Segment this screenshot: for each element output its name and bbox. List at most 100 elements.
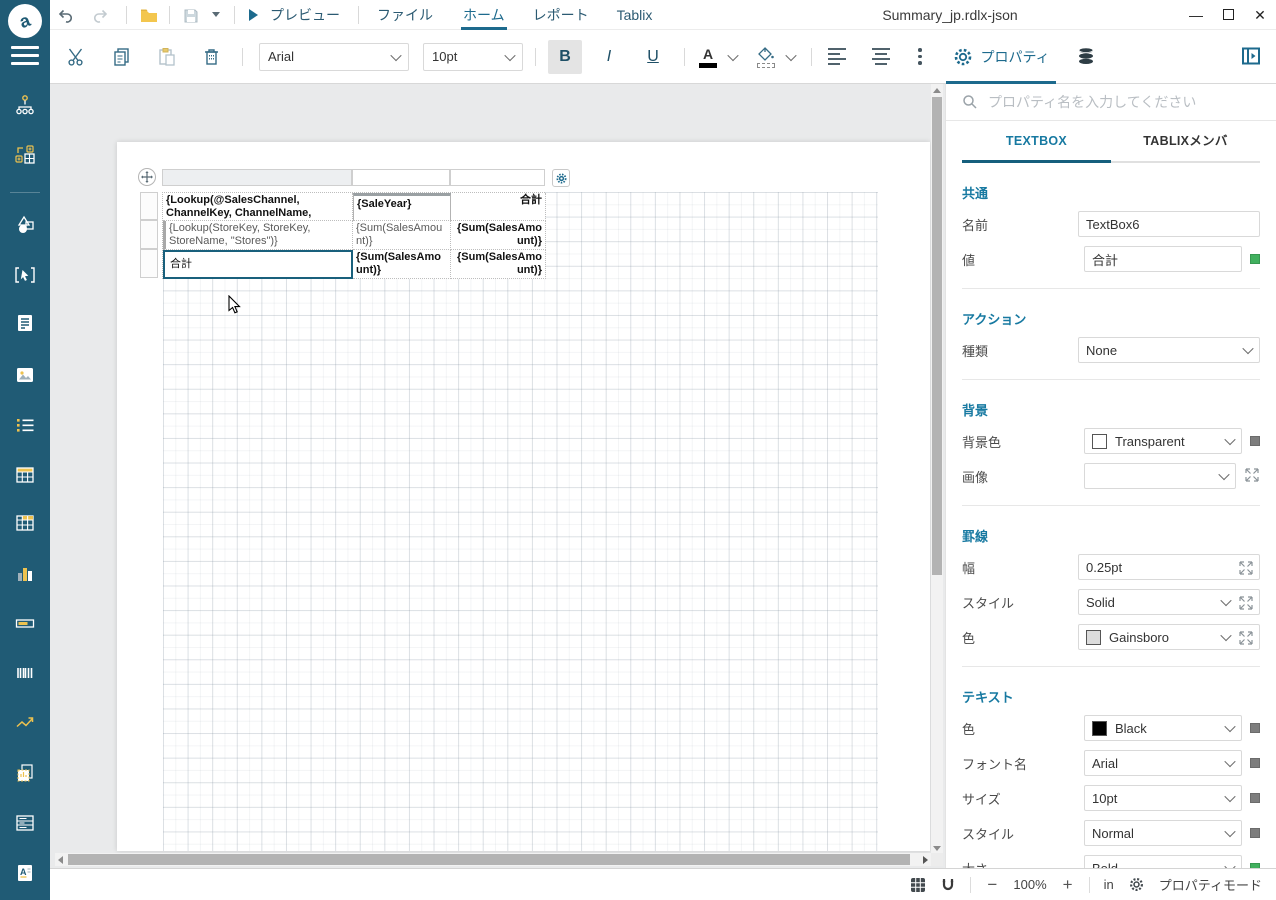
- row-handle-2[interactable]: [140, 220, 158, 249]
- property-state-indicator[interactable]: [1250, 436, 1260, 446]
- border-style-select[interactable]: Solid: [1078, 589, 1260, 615]
- scroll-down-icon[interactable]: [933, 846, 941, 851]
- collapse-panel-icon[interactable]: [1241, 46, 1262, 67]
- scroll-up-icon[interactable]: [933, 88, 941, 93]
- text-color-select[interactable]: Black: [1084, 715, 1242, 741]
- italic-button[interactable]: I: [592, 40, 626, 74]
- undo-icon[interactable]: [56, 7, 74, 25]
- tablix-move-handle-icon[interactable]: [138, 168, 156, 186]
- property-state-indicator[interactable]: [1250, 723, 1260, 733]
- shapes-icon[interactable]: [14, 214, 36, 236]
- tab-textbox[interactable]: TEXTBOX: [962, 121, 1111, 163]
- underline-button[interactable]: U: [636, 40, 670, 74]
- menu-preview[interactable]: プレビュー: [266, 0, 344, 30]
- insert-controls-icon[interactable]: [14, 144, 36, 166]
- border-width-input[interactable]: 0.25pt: [1078, 554, 1260, 580]
- redo-icon[interactable]: [92, 7, 110, 25]
- row-handle-3[interactable]: [140, 249, 158, 278]
- value-input[interactable]: 合計: [1084, 246, 1242, 272]
- fill-color-button[interactable]: [757, 47, 775, 68]
- data-sources-icon[interactable]: [1076, 46, 1097, 67]
- row-handle-1[interactable]: [140, 192, 158, 220]
- report-body-grid[interactable]: [163, 192, 878, 851]
- expand-editor-icon[interactable]: [1238, 630, 1254, 649]
- delete-trash-icon[interactable]: [201, 46, 222, 67]
- sparkline-tool-icon[interactable]: [14, 712, 36, 734]
- column-handle-3[interactable]: [450, 169, 545, 186]
- menu-home[interactable]: ホーム: [459, 0, 509, 30]
- list-tool-icon[interactable]: [14, 414, 36, 436]
- scroll-left-icon[interactable]: [58, 856, 63, 864]
- horizontal-scroll-thumb[interactable]: [68, 854, 910, 865]
- save-dropdown-caret[interactable]: [212, 12, 220, 17]
- property-search-input[interactable]: [988, 94, 1228, 110]
- zoom-in-button[interactable]: +: [1061, 875, 1075, 895]
- fill-color-dropdown-icon[interactable]: [785, 49, 796, 60]
- align-center-icon[interactable]: [872, 48, 890, 65]
- property-state-indicator[interactable]: [1250, 254, 1260, 264]
- tablix-cell-r1c3[interactable]: 合計: [451, 193, 546, 221]
- text-color-button[interactable]: A: [699, 47, 717, 68]
- tab-tablix-member[interactable]: TABLIXメンバ: [1111, 121, 1260, 163]
- expand-editor-icon[interactable]: [1244, 467, 1260, 486]
- richtext-tool-icon[interactable]: A: [14, 862, 36, 884]
- name-input[interactable]: TextBox6: [1078, 211, 1260, 237]
- vertical-scrollbar[interactable]: [931, 84, 943, 855]
- tablix-tool-icon[interactable]: [14, 512, 36, 534]
- tablix-cell-r3c2[interactable]: {Sum(SalesAmount)}: [353, 250, 451, 279]
- horizontal-scrollbar[interactable]: [55, 853, 931, 866]
- grid-toggle-icon[interactable]: [910, 877, 926, 893]
- font-name-combo[interactable]: Arial: [259, 43, 409, 71]
- textbox-tool-icon[interactable]: [14, 312, 36, 334]
- preview-play-icon[interactable]: [249, 9, 258, 21]
- tablix-settings-gear-icon[interactable]: [552, 169, 570, 187]
- image-tool-icon[interactable]: [14, 364, 36, 386]
- hierarchy-icon[interactable]: [14, 94, 36, 116]
- text-color-dropdown-icon[interactable]: [727, 49, 738, 60]
- backcolor-select[interactable]: Transparent: [1084, 428, 1242, 454]
- tablix-cell-r1c1[interactable]: {Lookup(@SalesChannel, ChannelKey, Chann…: [163, 193, 353, 221]
- snap-magnet-icon[interactable]: [940, 877, 956, 893]
- save-icon[interactable]: [182, 7, 200, 25]
- column-handle-2[interactable]: [352, 169, 450, 186]
- font-size-combo[interactable]: 10pt: [423, 43, 523, 71]
- font-weight-select[interactable]: Bold: [1084, 855, 1242, 868]
- subreport-tool-icon[interactable]: [14, 762, 36, 784]
- close-button[interactable]: ✕: [1252, 7, 1268, 24]
- align-left-icon[interactable]: [828, 48, 846, 65]
- menu-tablix[interactable]: Tablix: [613, 0, 657, 30]
- hamburger-menu-icon[interactable]: [11, 46, 39, 66]
- property-state-indicator[interactable]: [1250, 758, 1260, 768]
- border-color-select[interactable]: Gainsboro: [1078, 624, 1260, 650]
- gear-icon[interactable]: [1128, 876, 1145, 893]
- unit-selector[interactable]: in: [1104, 877, 1114, 892]
- menu-report[interactable]: レポート: [529, 0, 593, 30]
- tablix-cell-r1c2[interactable]: {SaleYear}: [353, 193, 451, 221]
- menu-file[interactable]: ファイル: [373, 0, 437, 30]
- copy-icon[interactable]: [111, 46, 132, 67]
- tablix-cell-r3c1-selected[interactable]: 合計: [163, 250, 353, 279]
- zoom-out-button[interactable]: −: [985, 875, 999, 895]
- expand-editor-icon[interactable]: [1238, 595, 1254, 614]
- expand-editor-icon[interactable]: [1238, 560, 1254, 579]
- design-canvas[interactable]: {Lookup(@SalesChannel, ChannelKey, Chann…: [50, 84, 945, 868]
- table-tool-icon[interactable]: [14, 464, 36, 486]
- font-name-select[interactable]: Arial: [1084, 750, 1242, 776]
- property-state-indicator[interactable]: [1250, 828, 1260, 838]
- vertical-scroll-thumb[interactable]: [932, 97, 942, 575]
- more-options-icon[interactable]: [914, 44, 926, 69]
- properties-panel-button[interactable]: プロパティ: [952, 30, 1050, 84]
- bold-button[interactable]: B: [548, 40, 582, 74]
- bandedlist-tool-icon[interactable]: [14, 812, 36, 834]
- chart-tool-icon[interactable]: [14, 562, 36, 584]
- cut-icon[interactable]: [66, 46, 87, 67]
- tablix-cell-r2c2[interactable]: {Sum(SalesAmount)}: [353, 221, 451, 250]
- column-handle-1[interactable]: [162, 169, 352, 186]
- scroll-right-icon[interactable]: [923, 856, 928, 864]
- property-state-indicator[interactable]: [1250, 793, 1260, 803]
- tablix-cell-r2c1[interactable]: {Lookup(StoreKey, StoreKey, StoreName, "…: [163, 221, 353, 250]
- barcode-tool-icon[interactable]: [14, 662, 36, 684]
- app-logo-icon[interactable]: a: [8, 4, 42, 38]
- open-folder-icon[interactable]: [139, 7, 157, 25]
- minimize-button[interactable]: —: [1188, 7, 1204, 23]
